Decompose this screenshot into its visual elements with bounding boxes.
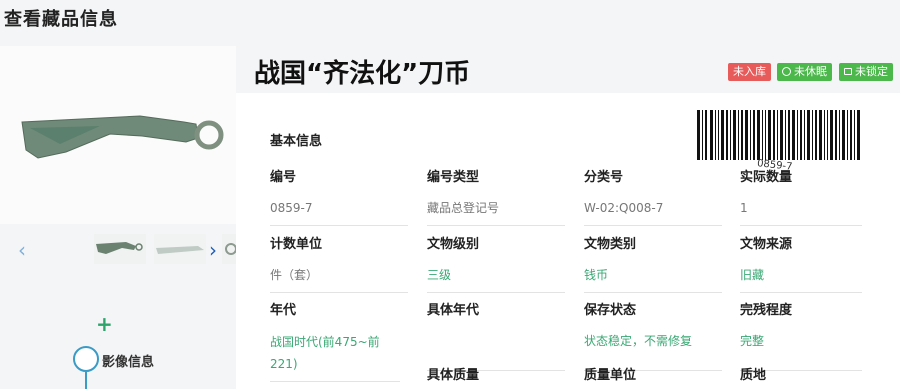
timeline-dot-icon [73,346,99,372]
field-value: 战国时代(前475~前221) [270,331,400,382]
next-arrow-icon[interactable]: › [209,238,217,262]
field-label: 文物类别 [584,237,637,252]
field-label: 保存状态 [584,303,637,318]
field-value: W-02:Q008-7 [584,198,722,226]
timeline-label[interactable]: 影像信息 [102,351,154,370]
field-value: 0859-7 [270,198,408,226]
field-label: 年代 [270,303,297,318]
field-number: 编号 0859-7 [270,166,408,226]
main-artifact-image[interactable] [0,46,236,224]
field-value: 旧藏 [740,265,862,293]
plus-icon[interactable]: + [96,312,113,336]
item-title: 战国“齐法化”刀币 [254,59,471,89]
field-label: 分类号 [584,170,624,185]
prev-arrow-icon[interactable]: ‹ [18,238,26,262]
field-label: 文物级别 [427,237,480,252]
field-count-unit: 计数单位 件（套） [270,233,408,293]
field-label: 文物来源 [740,237,793,252]
field-actual-quantity: 实际数量 1 [740,166,862,226]
field-label: 编号 [270,170,297,185]
thumbnail-strip: ‹ › [0,224,236,276]
clock-icon [782,67,791,76]
field-label: 质地 [740,368,767,383]
field-specific-mass: 具体质量 [427,364,565,383]
field-label: 计数单位 [270,237,323,252]
field-mass-unit: 质量单位 [584,364,722,383]
field-label: 编号类型 [427,170,480,185]
field-value: 三级 [427,265,565,293]
field-classification: 分类号 W-02:Q008-7 [584,166,722,226]
hibernate-status-badge: 未休眠 [777,63,832,81]
field-specific-era: 具体年代 [427,299,565,371]
field-value: 藏品总登记号 [427,198,565,226]
field-relic-category: 文物类别 钱币 [584,233,722,293]
field-label: 具体质量 [427,368,480,383]
field-label: 实际数量 [740,170,793,185]
field-value: 件（套） [270,265,408,293]
thumbnail-3[interactable] [222,234,236,264]
lock-status-badge: 未锁定 [839,63,893,81]
page-title: 查看藏品信息 [4,9,118,30]
field-material: 质地 [740,364,862,383]
barcode-icon [697,110,860,160]
field-era: 年代 战国时代(前475~前221) [270,299,408,382]
field-label: 具体年代 [427,303,480,318]
storage-status-badge: 未入库 [728,63,771,81]
field-value: 钱币 [584,265,722,293]
field-preservation-state: 保存状态 状态稳定，不需修复 [584,299,722,371]
field-relic-source: 文物来源 旧藏 [740,233,862,293]
field-label: 完残程度 [740,303,793,318]
field-relic-level: 文物级别 三级 [427,233,565,293]
field-value: 1 [740,198,862,226]
lock-icon [844,68,852,75]
field-label: 质量单位 [584,368,637,383]
field-completeness: 完残程度 完整 [740,299,862,371]
thumbnail-2[interactable] [154,234,206,264]
section-title-basic-info: 基本信息 [270,134,323,149]
timeline-line [85,372,87,389]
field-number-type: 编号类型 藏品总登记号 [427,166,565,226]
image-column: ‹ › + 影像信息 [0,46,236,389]
thumbnail-1[interactable] [94,234,146,264]
